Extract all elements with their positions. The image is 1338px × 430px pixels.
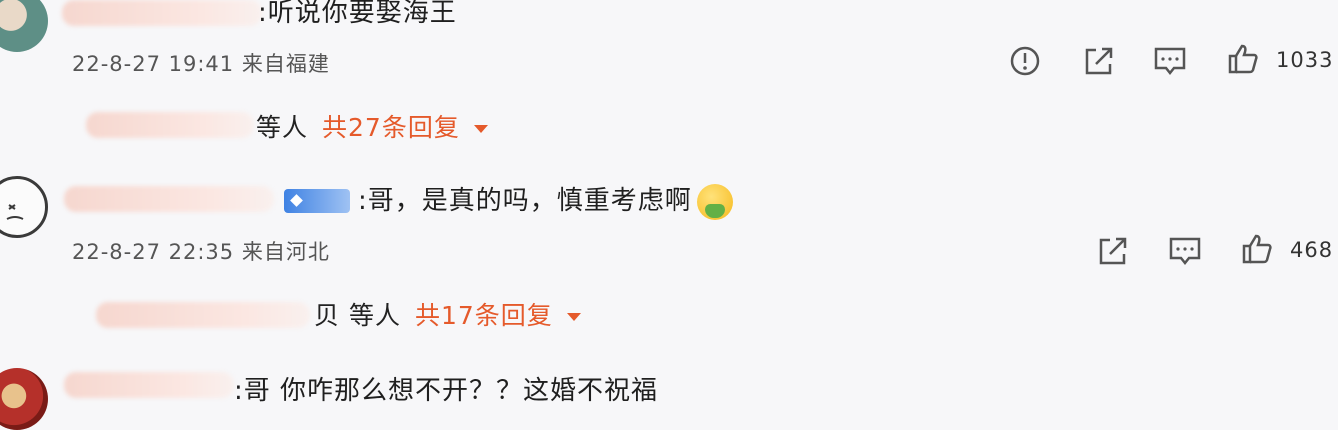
- comment-text: :哥 你咋那么想不开？？这婚不祝福: [234, 376, 659, 406]
- caret-down-icon: [566, 313, 581, 321]
- replies-who: 贝 等人: [314, 301, 401, 330]
- reply-count: 共27条回复: [322, 113, 460, 142]
- comment-item: :哥，是真的吗，慎重考虑啊 22-8-27 22:35 来自河北 468 贝 等…: [0, 176, 1338, 336]
- report-icon[interactable]: [1008, 44, 1042, 78]
- comment-meta: 22-8-27 22:35 来自河北: [72, 240, 330, 264]
- reply-count: 共17条回复: [414, 301, 553, 330]
- share-icon[interactable]: [1096, 234, 1130, 268]
- caret-down-icon: [473, 125, 488, 133]
- avatar[interactable]: [0, 368, 48, 430]
- blurred-username[interactable]: [62, 0, 262, 26]
- blurred-username[interactable]: [96, 302, 310, 328]
- blurred-username[interactable]: [64, 372, 234, 398]
- comment-item: :哥 你咋那么想不开？？这婚不祝福: [0, 368, 1338, 430]
- comment-meta: 22-8-27 19:41 来自福建: [72, 52, 330, 76]
- blurred-username[interactable]: [64, 186, 274, 212]
- comment-text: :哥，是真的吗，慎重考虑啊: [358, 186, 692, 216]
- comment-icon[interactable]: [1168, 234, 1202, 268]
- replies-toggle[interactable]: 等人 共27条回复: [256, 108, 488, 144]
- like-icon[interactable]: [1240, 232, 1274, 266]
- like-count: 468: [1290, 238, 1334, 262]
- comment-text: :听说你要娶海王: [258, 0, 457, 28]
- emoji-icon: [697, 184, 733, 220]
- comment-item: :听说你要娶海王 22-8-27 19:41 来自福建 1033 等人 共27条回…: [0, 0, 1338, 160]
- replies-who: 等人: [256, 113, 309, 142]
- share-icon[interactable]: [1082, 44, 1116, 78]
- like-count: 1033: [1276, 48, 1334, 72]
- like-icon[interactable]: [1226, 42, 1260, 76]
- avatar[interactable]: [0, 176, 48, 238]
- avatar[interactable]: [0, 0, 48, 52]
- comment-icon[interactable]: [1153, 44, 1187, 78]
- blurred-username[interactable]: [86, 112, 254, 138]
- replies-toggle[interactable]: 贝 等人 共17条回复: [314, 296, 581, 332]
- member-badge: [284, 189, 350, 213]
- face-icon: [6, 204, 24, 220]
